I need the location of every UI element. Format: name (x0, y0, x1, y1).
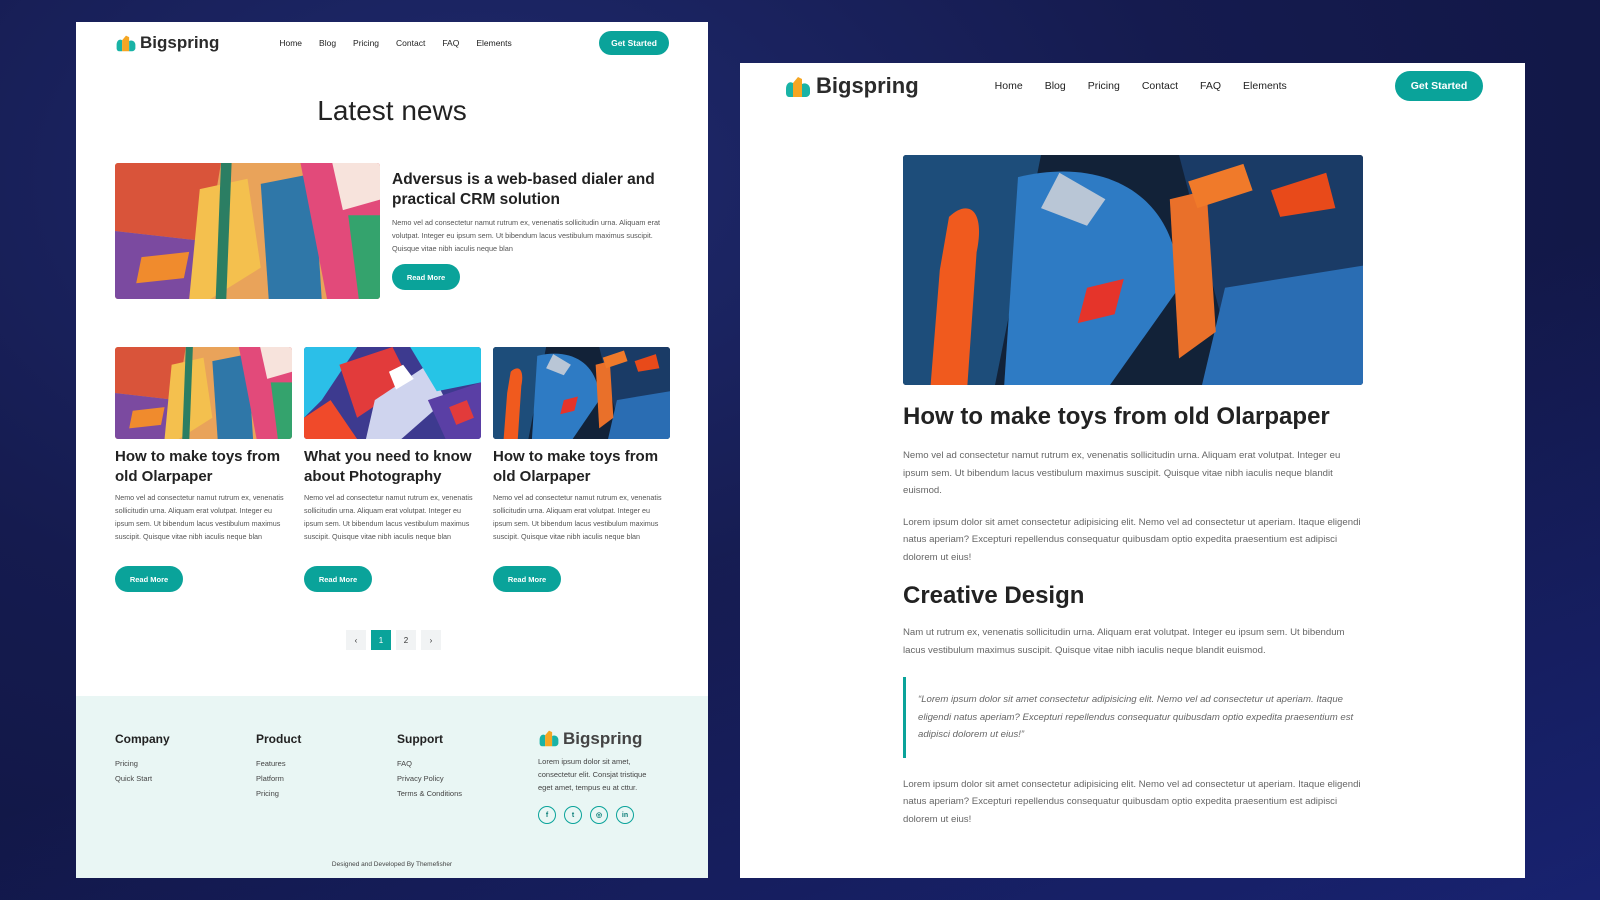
post-excerpt: Nemo vel ad consectetur namut rutrum ex,… (493, 493, 662, 541)
nav-contact[interactable]: Contact (1142, 80, 1178, 92)
footer-brand-name: Bigspring (563, 728, 643, 748)
footer-column-title: Product (256, 732, 302, 746)
post-excerpt: Nemo vel ad consectetur namut rutrum ex,… (115, 493, 284, 541)
footer-column-support: Support FAQ Privacy Policy Terms & Condi… (397, 732, 462, 801)
nav-home[interactable]: Home (995, 80, 1023, 92)
blog-list-page: Bigspring Home Blog Pricing Contact FAQ … (76, 22, 708, 878)
post-thumbnail[interactable] (115, 347, 292, 439)
nav-links: Home Blog Pricing Contact FAQ Elements (279, 38, 511, 48)
article-paragraph: Lorem ipsum dolor sit amet consectetur a… (903, 778, 1361, 825)
footer-brand: Bigspring Lorem ipsum dolor sit amet, co… (538, 729, 663, 824)
nav-home[interactable]: Home (279, 38, 302, 48)
nav-faq[interactable]: FAQ (1200, 80, 1221, 92)
footer-column-title: Company (115, 732, 170, 746)
brand-name: Bigspring (140, 33, 220, 52)
article-hero-image (903, 155, 1363, 385)
post-card: What you need to know about Photography … (304, 347, 481, 592)
post-title[interactable]: What you need to know about Photography (304, 447, 481, 486)
article-blockquote: “Lorem ipsum dolor sit amet consectetur … (903, 677, 1363, 758)
article-paragraph: Nemo vel ad consectetur namut rutrum ex,… (903, 450, 1341, 496)
featured-post-excerpt: Nemo vel ad consectetur namut rutrum ex,… (392, 218, 661, 253)
logo-mark-icon (115, 34, 137, 52)
nav-pricing[interactable]: Pricing (1088, 80, 1120, 92)
post-grid: How to make toys from old Olarpaper Nemo… (115, 347, 669, 592)
article-paragraph: Lorem ipsum dolor sit amet consectetur a… (903, 516, 1361, 563)
footer-link[interactable]: FAQ (397, 756, 462, 771)
footer-link[interactable]: Pricing (115, 756, 170, 771)
footer-link[interactable]: Quick Start (115, 771, 170, 786)
nav-blog[interactable]: Blog (319, 38, 336, 48)
article-paragraph: Nam ut rutrum ex, venenatis sollicitudin… (903, 627, 1345, 656)
linkedin-icon[interactable]: in (616, 806, 634, 824)
footer-logo[interactable]: Bigspring (538, 729, 663, 747)
social-links: f t ◎ in (538, 806, 663, 824)
footer-link[interactable]: Terms & Conditions (397, 786, 462, 801)
nav-pricing[interactable]: Pricing (353, 38, 379, 48)
featured-post-image[interactable] (115, 163, 380, 299)
brand-logo[interactable]: Bigspring (115, 33, 219, 53)
twitter-icon[interactable]: t (564, 806, 582, 824)
navbar: Bigspring Home Blog Pricing Contact FAQ … (115, 30, 669, 56)
footer-link[interactable]: Features (256, 756, 301, 771)
nav-elements[interactable]: Elements (476, 38, 511, 48)
post-title[interactable]: How to make toys from old Olarpaper (115, 447, 292, 486)
footer-link[interactable]: Privacy Policy (397, 771, 462, 786)
logo-mark-icon (784, 75, 812, 98)
blog-post-page: Bigspring Home Blog Pricing Contact FAQ … (740, 63, 1525, 878)
post-card: How to make toys from old Olarpaper Nemo… (493, 347, 670, 592)
footer-column-title: Support (397, 732, 443, 746)
nav-elements[interactable]: Elements (1243, 80, 1287, 92)
post-thumbnail[interactable] (304, 347, 481, 439)
nav-links: Home Blog Pricing Contact FAQ Elements (995, 80, 1287, 92)
article: How to make toys from old Olarpaper Nemo… (903, 155, 1363, 828)
featured-post: Adversus is a web-based dialer and pract… (392, 170, 662, 290)
brand-name: Bigspring (816, 73, 919, 98)
nav-blog[interactable]: Blog (1045, 80, 1066, 92)
pagination-page-2[interactable]: 2 (396, 630, 416, 650)
pagination-page-1[interactable]: 1 (371, 630, 391, 650)
footer-description: Lorem ipsum dolor sit amet, consectetur … (538, 757, 647, 792)
footer-credit: Designed and Developed By Themefisher (331, 861, 453, 868)
post-thumbnail[interactable] (493, 347, 670, 439)
post-excerpt: Nemo vel ad consectetur namut rutrum ex,… (304, 493, 473, 541)
footer-column-company: Company Pricing Quick Start (115, 732, 170, 786)
logo-mark-icon (538, 729, 560, 747)
get-started-button[interactable]: Get Started (599, 31, 669, 55)
footer-link[interactable]: Pricing (256, 786, 301, 801)
article-title: How to make toys from old Olarpaper (903, 403, 1330, 430)
read-more-button[interactable]: Read More (493, 566, 561, 592)
featured-read-more-button[interactable]: Read More (392, 264, 460, 290)
brand-logo[interactable]: Bigspring (784, 73, 919, 99)
read-more-button[interactable]: Read More (304, 566, 372, 592)
article-subtitle: Creative Design (903, 582, 1085, 609)
nav-contact[interactable]: Contact (396, 38, 425, 48)
footer: Company Pricing Quick Start Product Feat… (76, 696, 708, 878)
footer-link[interactable]: Platform (256, 771, 301, 786)
footer-column-product: Product Features Platform Pricing (256, 732, 301, 801)
page-title: Latest news (317, 95, 467, 126)
nav-faq[interactable]: FAQ (442, 38, 459, 48)
featured-post-title[interactable]: Adversus is a web-based dialer and pract… (392, 170, 662, 210)
facebook-icon[interactable]: f (538, 806, 556, 824)
post-card: How to make toys from old Olarpaper Nemo… (115, 347, 292, 592)
pagination-prev-icon[interactable]: ‹ (346, 630, 366, 650)
pagination-next-icon[interactable]: › (421, 630, 441, 650)
instagram-icon[interactable]: ◎ (590, 806, 608, 824)
pagination: ‹ 1 2 › (346, 630, 441, 650)
read-more-button[interactable]: Read More (115, 566, 183, 592)
navbar: Bigspring Home Blog Pricing Contact FAQ … (784, 71, 1483, 101)
get-started-button[interactable]: Get Started (1395, 71, 1483, 101)
post-title[interactable]: How to make toys from old Olarpaper (493, 447, 670, 486)
